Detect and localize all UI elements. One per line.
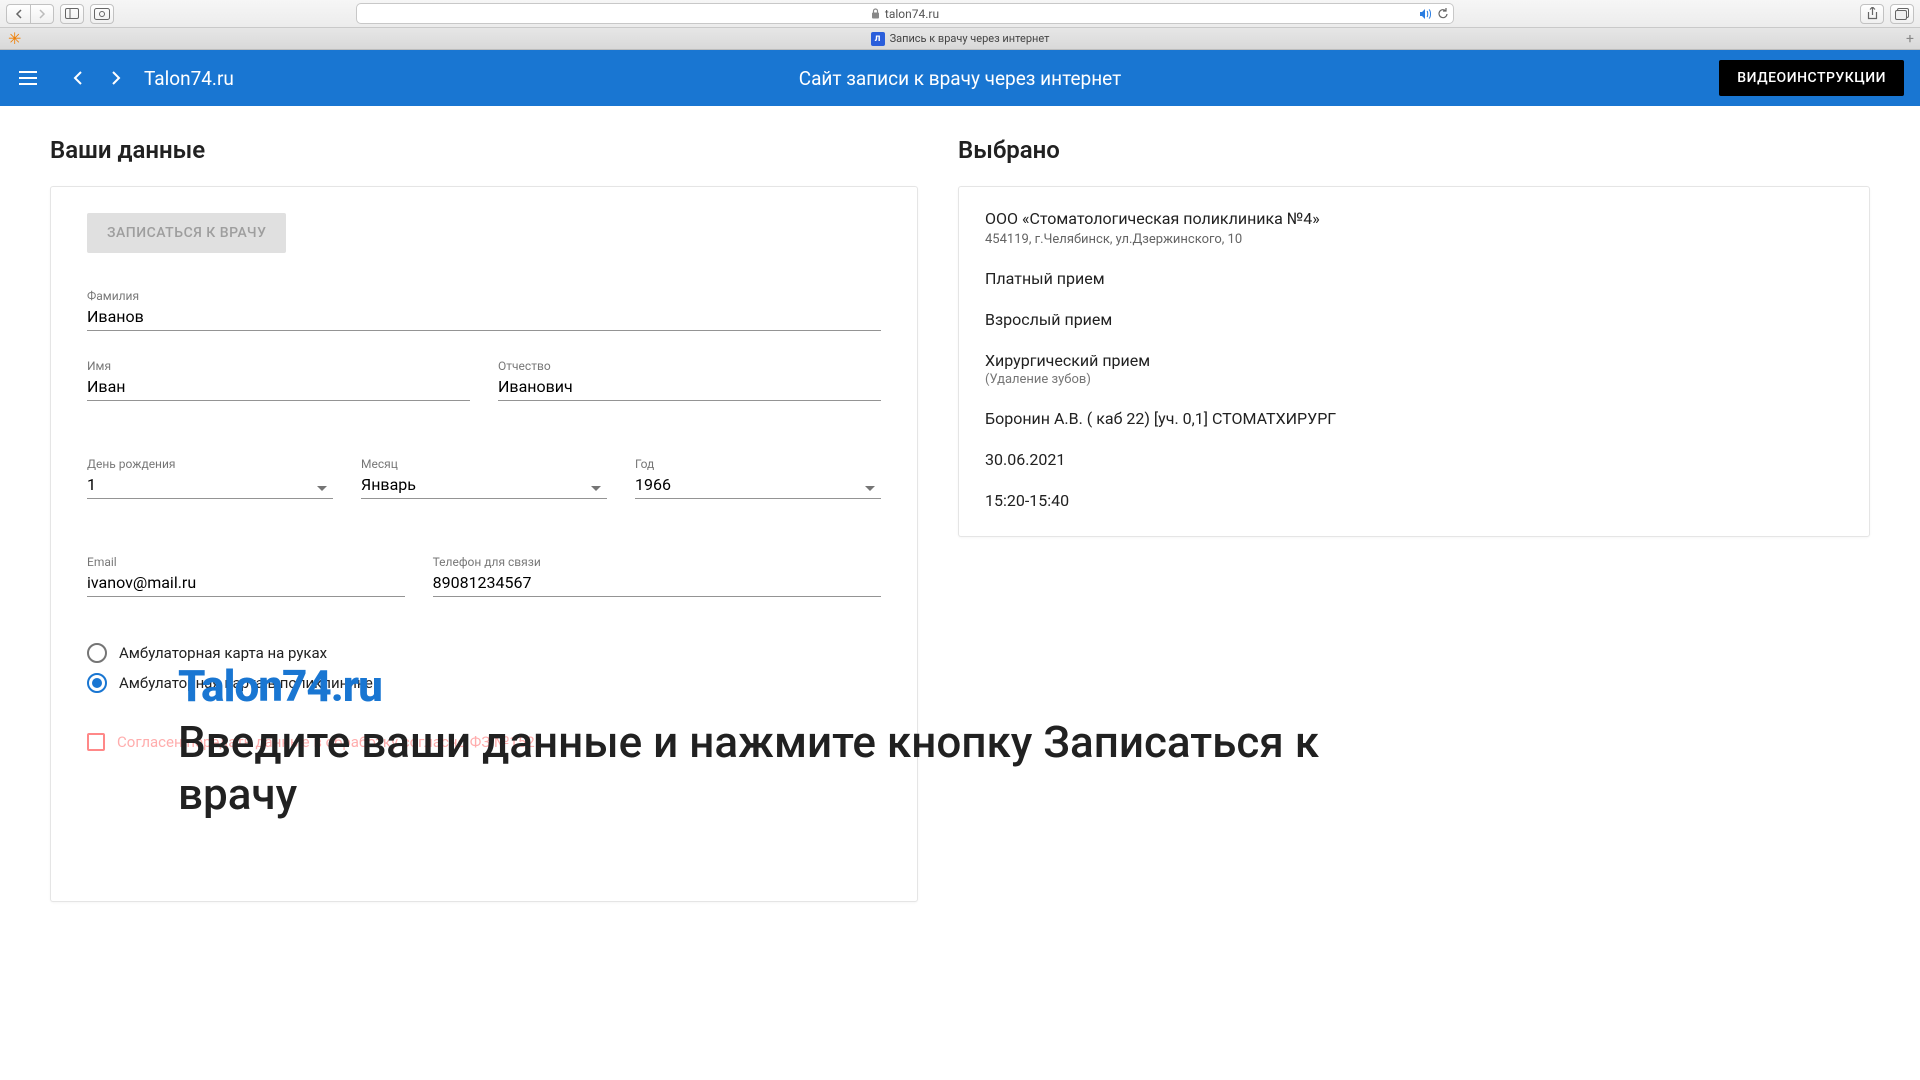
- surname-input[interactable]: [87, 305, 881, 331]
- video-instructions-button[interactable]: ВИДЕОИНСТРУКЦИИ: [1719, 60, 1904, 96]
- new-tab-button[interactable]: +: [1906, 31, 1914, 47]
- submit-button[interactable]: ЗАПИСАТЬСЯ К ВРАЧУ: [87, 213, 286, 253]
- patronymic-label: Отчество: [498, 359, 881, 373]
- url-text: talon74.ru: [885, 7, 939, 21]
- app-header: Talon74.ru Сайт записи к врачу через инт…: [0, 50, 1920, 106]
- clinic-address: 454119, г.Челябинск, ул.Дзержинского, 10: [985, 232, 1843, 247]
- phone-label: Телефон для связи: [433, 555, 881, 569]
- doctor-name: Боронин А.В. ( каб 22) [уч. 0,1] СТОМАТХ…: [985, 409, 1843, 428]
- email-input[interactable]: [87, 571, 405, 597]
- radio-icon: [87, 643, 107, 663]
- tab-title: Запись к врачу через интернет: [890, 32, 1050, 45]
- service-name: Хирургический прием: [985, 351, 1843, 370]
- url-bar[interactable]: talon74.ru: [356, 3, 1454, 24]
- bmonth-select[interactable]: [361, 473, 607, 499]
- bday-select[interactable]: [87, 473, 333, 499]
- menu-button[interactable]: [16, 66, 40, 90]
- browser-toolbar: talon74.ru: [0, 0, 1920, 28]
- favicon-icon: л: [871, 32, 885, 46]
- radio-card-in-clinic[interactable]: Амбулаторная карта в поликлинике: [87, 673, 881, 693]
- lock-icon: [871, 8, 880, 19]
- phone-input[interactable]: [433, 571, 881, 597]
- active-tab[interactable]: л Запись к врачу через интернет: [871, 32, 1050, 46]
- bmonth-label: Месяц: [361, 457, 607, 471]
- form-section-title: Ваши данные: [50, 136, 918, 164]
- sidebar-toggle[interactable]: [60, 4, 84, 24]
- bookmark-icon[interactable]: ✳: [8, 29, 21, 48]
- tabs-button[interactable]: [1890, 4, 1914, 24]
- share-button[interactable]: [1860, 4, 1884, 24]
- forward-button[interactable]: [30, 4, 54, 24]
- bday-label: День рождения: [87, 457, 333, 471]
- clinic-name: ООО «Стоматологическая поликлиника №4»: [985, 209, 1843, 228]
- byear-label: Год: [635, 457, 881, 471]
- byear-select[interactable]: [635, 473, 881, 499]
- name-input[interactable]: [87, 375, 470, 401]
- radio-card-on-hand[interactable]: Амбулаторная карта на руках: [87, 643, 881, 663]
- back-button[interactable]: [6, 4, 30, 24]
- breadcrumb-forward[interactable]: [104, 66, 128, 90]
- audio-icon[interactable]: [1419, 8, 1433, 20]
- radio-icon: [87, 673, 107, 693]
- consent-label: Согласен передать данные в обработку сог…: [117, 733, 535, 751]
- age-type: Взрослый прием: [985, 310, 1843, 329]
- brand-title[interactable]: Talon74.ru: [144, 67, 234, 90]
- surname-label: Фамилия: [87, 289, 881, 303]
- reader-button[interactable]: [90, 4, 114, 24]
- main-container: Ваши данные ЗАПИСАТЬСЯ К ВРАЧУ Фамилия И…: [0, 106, 1920, 902]
- selection-section-title: Выбрано: [958, 136, 1870, 164]
- service-sub: (Удаление зубов): [985, 372, 1843, 387]
- page-subtitle: Сайт записи к врачу через интернет: [799, 67, 1122, 90]
- radio-label: Амбулаторная карта в поликлинике: [119, 674, 373, 692]
- selection-card: ООО «Стоматологическая поликлиника №4» 4…: [958, 186, 1870, 537]
- appointment-date: 30.06.2021: [985, 450, 1843, 469]
- consent-checkbox-row[interactable]: Согласен передать данные в обработку сог…: [87, 733, 881, 751]
- appointment-time: 15:20-15:40: [985, 491, 1843, 510]
- nav-back-forward: [6, 4, 54, 24]
- browser-tabbar: ✳ л Запись к врачу через интернет +: [0, 28, 1920, 50]
- name-label: Имя: [87, 359, 470, 373]
- pay-type: Платный прием: [985, 269, 1843, 288]
- checkbox-icon: [87, 733, 105, 751]
- radio-label: Амбулаторная карта на руках: [119, 644, 327, 662]
- patronymic-input[interactable]: [498, 375, 881, 401]
- form-card: ЗАПИСАТЬСЯ К ВРАЧУ Фамилия Имя Отчество: [50, 186, 918, 902]
- breadcrumb-back[interactable]: [66, 66, 90, 90]
- reload-icon[interactable]: [1437, 7, 1449, 20]
- email-label: Email: [87, 555, 405, 569]
